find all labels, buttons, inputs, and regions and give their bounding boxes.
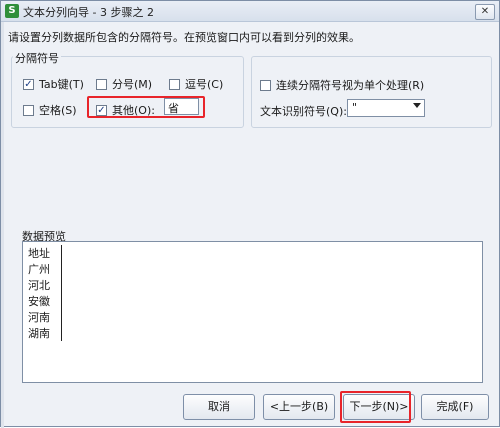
tab-checkbox[interactable]: ✓ Tab键(T) — [23, 76, 84, 92]
delimiter-group-label: 分隔符号 — [13, 50, 61, 66]
app-logo-icon: S — [5, 4, 19, 18]
finish-button[interactable]: 完成(F) — [421, 394, 489, 420]
comma-checkbox-label: 逗号(C) — [185, 78, 224, 91]
data-preview-panel[interactable]: 地址 广州 河北 安徽 河南 湖南 — [22, 241, 483, 383]
space-checkbox[interactable]: 空格(S) — [23, 102, 77, 118]
text-to-columns-dialog: S 文本分列向导 - 3 步骤之 2 ✕ 请设置分列数据所包含的分隔符号。在预览… — [0, 0, 500, 428]
preview-row: 湖南 — [28, 327, 50, 340]
preview-row: 广州 — [28, 263, 50, 276]
preview-row: 安徽 — [28, 295, 50, 308]
consecutive-delimiter-checkbox[interactable]: 连续分隔符号视为单个处理(R) — [260, 77, 424, 93]
chevron-down-icon — [413, 103, 421, 108]
text-qualifier-label: 文本识别符号(Q): — [260, 105, 347, 118]
background-sheet-edge — [1, 21, 4, 428]
preview-row: 河北 — [28, 279, 50, 292]
back-button[interactable]: <上一步(B) — [263, 394, 335, 420]
dialog-title: 文本分列向导 - 3 步骤之 2 — [23, 6, 154, 19]
title-bar: S 文本分列向导 - 3 步骤之 2 ✕ — [1, 1, 499, 22]
semicolon-checkbox[interactable]: 分号(M) — [96, 76, 152, 92]
space-checkbox-label: 空格(S) — [39, 104, 77, 117]
preview-row: 地址 — [28, 247, 50, 260]
tab-check-icon: ✓ — [23, 78, 34, 90]
comma-checkbox[interactable]: 逗号(C) — [169, 76, 223, 92]
text-qualifier-select[interactable]: " — [347, 99, 425, 117]
highlight-box-other — [87, 96, 205, 118]
consecutive-delimiter-label: 连续分隔符号视为单个处理(R) — [276, 79, 425, 92]
close-button[interactable]: ✕ — [475, 4, 495, 20]
tab-checkbox-label: Tab键(T) — [39, 78, 84, 91]
text-qualifier-value: " — [352, 101, 358, 114]
semicolon-checkbox-label: 分号(M) — [112, 78, 153, 91]
preview-row: 河南 — [28, 311, 50, 324]
instruction-text: 请设置分列数据所包含的分隔符号。在预览窗口内可以看到分列的效果。 — [8, 31, 360, 44]
column-break-line[interactable] — [61, 245, 62, 341]
cancel-button[interactable]: 取消 — [183, 394, 255, 420]
highlight-box-next — [340, 391, 411, 423]
